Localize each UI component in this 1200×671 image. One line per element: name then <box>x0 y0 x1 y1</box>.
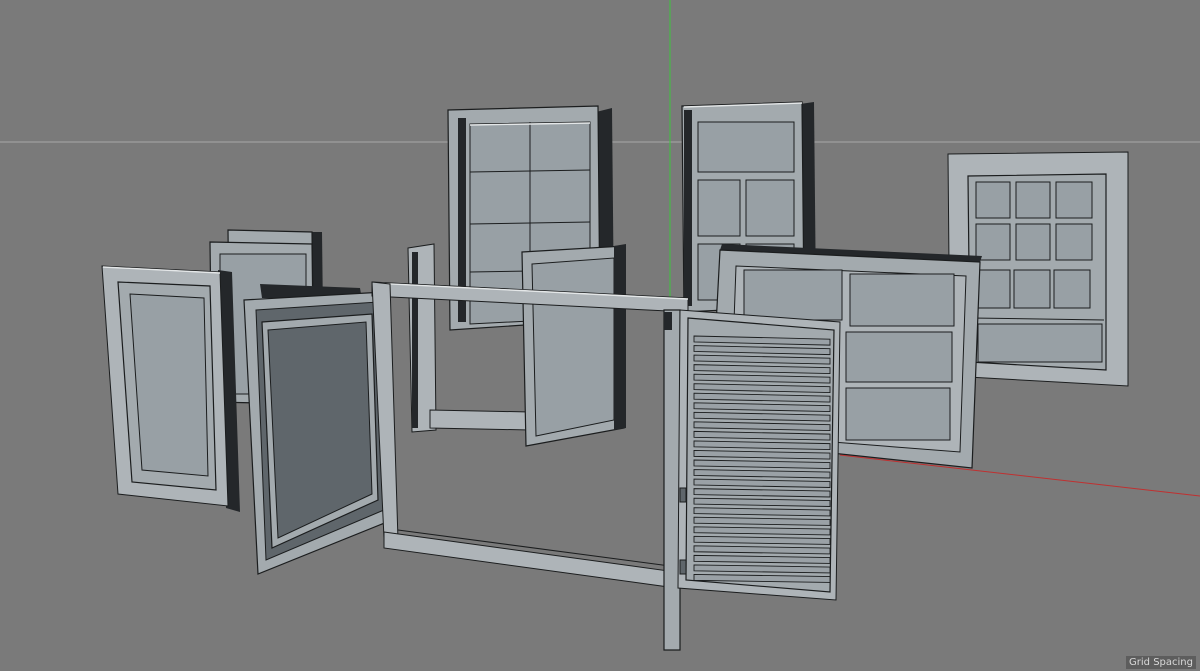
x-axis-line <box>839 454 1200 497</box>
3d-viewport[interactable]: .fr { fill: #a3aaae; stroke: #1b1d1e; st… <box>0 0 1200 671</box>
louvered-shutter[interactable] <box>677 309 841 601</box>
grid-spacing-label: Grid Spacing <box>1126 656 1196 669</box>
viewport-scene[interactable]: .fr { fill: #a3aaae; stroke: #1b1d1e; st… <box>0 0 1200 671</box>
casement-window-left[interactable] <box>101 265 240 512</box>
open-sash-left[interactable] <box>243 284 393 575</box>
